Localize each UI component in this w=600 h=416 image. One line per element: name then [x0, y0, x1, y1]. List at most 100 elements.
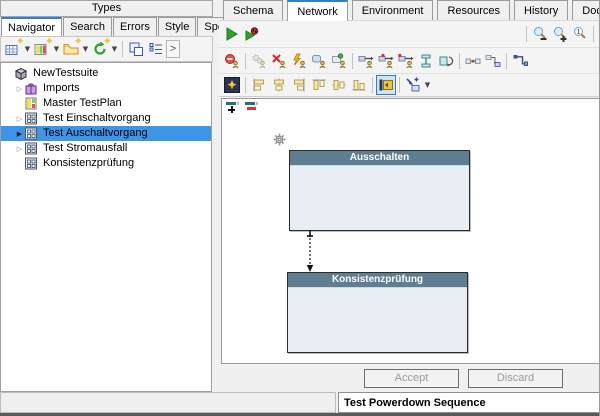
- toolbar-separator: [459, 53, 460, 69]
- self-transition-icon[interactable]: [436, 51, 456, 71]
- align-middle-h-icon[interactable]: [329, 75, 349, 95]
- editor-panel: Schema Network Environment Resources His…: [219, 0, 600, 392]
- new-folder-icon[interactable]: ✦: [61, 39, 81, 59]
- test-grid-icon: [24, 112, 39, 125]
- chevron-down-icon[interactable]: ▼: [110, 45, 119, 53]
- transition-b-icon[interactable]: [376, 51, 396, 71]
- new-star-badge: ✦: [103, 38, 111, 47]
- toolbar-separator: [526, 26, 527, 42]
- tree-item-label: Test Stromausfall: [43, 142, 127, 155]
- expander-collapsed-icon[interactable]: ▷: [15, 85, 24, 93]
- new-table-icon[interactable]: ✦: [3, 39, 23, 59]
- align-center-v-icon[interactable]: [269, 75, 289, 95]
- align-left-icon[interactable]: [249, 75, 269, 95]
- toolbar-separator: [352, 53, 353, 69]
- new-star-badge: ✦: [16, 38, 24, 47]
- tree-item-master-testplan[interactable]: Master TestPlan: [1, 96, 211, 111]
- tab-schema[interactable]: Schema: [223, 0, 283, 20]
- chevron-down-icon[interactable]: ▼: [52, 45, 61, 53]
- transition-c-icon[interactable]: [396, 51, 416, 71]
- tree-item-test-auschaltvorgang[interactable]: ▶ Test Auschaltvorgang: [1, 126, 211, 141]
- expander-collapsed-icon[interactable]: ▶: [15, 130, 24, 138]
- status-text: Test Powerdown Sequence: [338, 392, 600, 413]
- new-star-badge: ✦: [45, 38, 53, 47]
- tab-search[interactable]: Search: [63, 17, 112, 36]
- overview-dark-star-icon[interactable]: [222, 75, 242, 95]
- tree-item-newtestsuite[interactable]: NewTestsuite: [1, 66, 211, 81]
- discard-button[interactable]: Discard: [468, 369, 563, 388]
- types-panel: Types Navigator Search Errors Style Spec…: [0, 0, 213, 392]
- tree-item-test-stromausfall[interactable]: ▷ Test Stromausfall: [1, 141, 211, 156]
- state-title: Ausschalten: [290, 151, 469, 166]
- remove-mark-minus-icon[interactable]: [245, 102, 259, 114]
- join-connector-icon[interactable]: [463, 51, 483, 71]
- zoom-100-icon[interactable]: 1: [570, 24, 590, 44]
- left-tab-bar: Navigator Search Errors Style Special: [0, 17, 213, 36]
- remove-state-icon[interactable]: [222, 51, 242, 71]
- route-connector-icon[interactable]: [510, 51, 530, 71]
- state-konsistenzpruefung[interactable]: Konsistenzprüfung: [287, 272, 468, 353]
- tab-navigator[interactable]: Navigator: [1, 17, 62, 36]
- new-star-badge: ✦: [74, 38, 82, 47]
- network-diagram-canvas[interactable]: Ausschalten Konsistenzprüfung: [221, 98, 600, 364]
- status-bar-left-pane: [0, 392, 336, 413]
- state-green-dot-icon[interactable]: [329, 51, 349, 71]
- align-right-icon[interactable]: [289, 75, 309, 95]
- delete-state-icon[interactable]: [269, 51, 289, 71]
- properties-window-icon[interactable]: [126, 39, 146, 59]
- test-grid-icon: [24, 127, 39, 140]
- toolbar-separator: [372, 77, 373, 93]
- gear-marker-icon[interactable]: [273, 133, 286, 146]
- chevron-down-icon[interactable]: ▼: [23, 45, 32, 53]
- toolbar-separator: [122, 41, 123, 57]
- show-panel-pressed-icon[interactable]: [376, 75, 396, 95]
- chevron-down-icon[interactable]: ▼: [423, 81, 432, 89]
- transition-arrow[interactable]: [302, 230, 318, 273]
- state-ausschalten[interactable]: Ausschalten: [289, 150, 470, 231]
- element-toolbar: [219, 47, 600, 73]
- layout-toolbar: ▼: [219, 73, 600, 97]
- run-toolbar: 1: [219, 20, 600, 47]
- run-debug-icon[interactable]: [242, 24, 262, 44]
- expander-collapsed-icon[interactable]: ▷: [15, 145, 24, 153]
- toolbar-separator: [593, 26, 594, 42]
- tab-resources[interactable]: Resources: [437, 0, 510, 20]
- tab-history[interactable]: History: [514, 0, 568, 20]
- new-columns-icon[interactable]: ✦: [32, 39, 52, 59]
- branch-connector-icon[interactable]: [483, 51, 503, 71]
- expander-collapsed-icon[interactable]: ▷: [15, 115, 24, 123]
- vertical-connector-icon[interactable]: [416, 51, 436, 71]
- testsuite-cube-icon: [14, 67, 29, 80]
- test-grid-icon: [24, 157, 39, 170]
- tab-errors[interactable]: Errors: [113, 17, 157, 36]
- tree-item-label: Test Einschaltvorgang: [43, 112, 151, 125]
- tab-style[interactable]: Style: [158, 17, 196, 36]
- accept-button[interactable]: Accept: [364, 369, 459, 388]
- align-bottom-icon[interactable]: [349, 75, 369, 95]
- transition-a-icon[interactable]: [356, 51, 376, 71]
- new-refresh-icon[interactable]: ✦: [90, 39, 110, 59]
- add-mark-plus-icon[interactable]: [226, 102, 240, 114]
- tree-item-label: Master TestPlan: [43, 97, 122, 110]
- gears-disabled-icon[interactable]: [249, 51, 269, 71]
- list-view-icon[interactable]: [146, 39, 166, 59]
- zoom-in-icon[interactable]: [550, 24, 570, 44]
- test-tree[interactable]: NewTestsuite ▷ Imports Master TestPlan ▷: [0, 62, 212, 392]
- tab-network[interactable]: Network: [287, 0, 347, 21]
- trigger-state-icon[interactable]: [289, 51, 309, 71]
- tree-item-label: Konsistenzprüfung: [43, 157, 134, 170]
- toolbar-overflow-chevron[interactable]: >: [166, 40, 180, 58]
- zoom-out-icon[interactable]: [530, 24, 550, 44]
- tab-documentation[interactable]: Documentation: [572, 0, 600, 20]
- add-shape-icon[interactable]: [403, 75, 423, 95]
- testplan-table-icon: [24, 97, 39, 110]
- run-play-icon[interactable]: [222, 24, 242, 44]
- tree-item-imports[interactable]: ▷ Imports: [1, 81, 211, 96]
- chevron-down-icon[interactable]: ▼: [81, 45, 90, 53]
- state-blue-icon[interactable]: [309, 51, 329, 71]
- tree-item-test-einschaltvorgang[interactable]: ▷ Test Einschaltvorgang: [1, 111, 211, 126]
- align-top-icon[interactable]: [309, 75, 329, 95]
- tab-environment[interactable]: Environment: [352, 0, 434, 20]
- test-grid-icon: [24, 142, 39, 155]
- tree-item-konsistenzpruefung[interactable]: Konsistenzprüfung: [1, 156, 211, 171]
